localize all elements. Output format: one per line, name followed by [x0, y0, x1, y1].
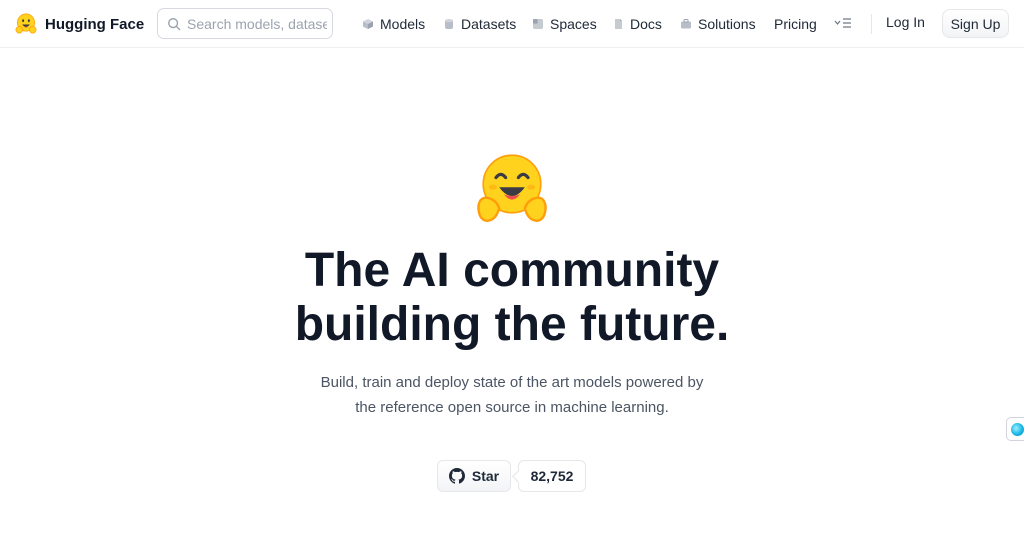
brand-link[interactable]: Hugging Face	[14, 12, 144, 36]
nav-item-models[interactable]: Models	[362, 14, 425, 34]
search-box[interactable]	[157, 8, 333, 39]
login-link[interactable]: Log In	[886, 14, 925, 34]
cube-icon	[363, 19, 373, 29]
assistant-orb-icon	[1011, 422, 1024, 436]
more-menu-icon[interactable]	[834, 16, 852, 30]
hero-subtitle: Build, train and deploy state of the art…	[262, 370, 762, 420]
github-icon	[448, 468, 465, 484]
grid-icon	[533, 19, 543, 29]
star-label: Star	[471, 468, 500, 484]
hero-title-line: The AI community	[304, 244, 720, 297]
nav-divider	[871, 14, 872, 34]
nav-item-pricing[interactable]: Pricing	[774, 14, 817, 34]
nav-item-label: Docs	[630, 16, 662, 32]
side-widget-tab[interactable]	[1006, 417, 1024, 441]
briefcase-icon	[681, 19, 691, 29]
search-input[interactable]	[187, 15, 327, 32]
signup-button[interactable]: Sign Up	[942, 9, 1009, 38]
nav-item-label: Solutions	[698, 16, 756, 32]
hero-subtitle-line: Build, train and deploy state of the art…	[320, 374, 704, 391]
nav-item-datasets[interactable]: Datasets	[443, 14, 516, 34]
page: Hugging Face Models	[0, 0, 1024, 559]
top-navbar: Hugging Face Models	[0, 0, 1024, 48]
nav-item-spaces[interactable]: Spaces	[532, 14, 597, 34]
github-star-button[interactable]: Star	[437, 460, 511, 492]
hero-title: The AI community building the future.	[212, 244, 812, 352]
nav-item-label: Models	[380, 16, 426, 32]
database-icon	[445, 19, 453, 29]
nav-item-label: Datasets	[461, 16, 517, 32]
github-star-count[interactable]: 82,752	[518, 460, 586, 492]
brand-name: Hugging Face	[45, 15, 145, 33]
nav-item-label: Spaces	[550, 16, 597, 32]
hugging-face-emoji-icon	[477, 154, 547, 223]
book-icon	[615, 19, 622, 29]
hugging-face-logo-icon	[15, 13, 37, 34]
hero-subtitle-line: the reference open source in machine lea…	[355, 399, 669, 416]
nav-item-docs[interactable]: Docs	[612, 14, 662, 34]
nav-item-label: Pricing	[774, 16, 817, 32]
search-icon	[168, 17, 181, 30]
nav-item-solutions[interactable]: Solutions	[680, 14, 756, 34]
hero-title-line: building the future.	[294, 298, 730, 351]
